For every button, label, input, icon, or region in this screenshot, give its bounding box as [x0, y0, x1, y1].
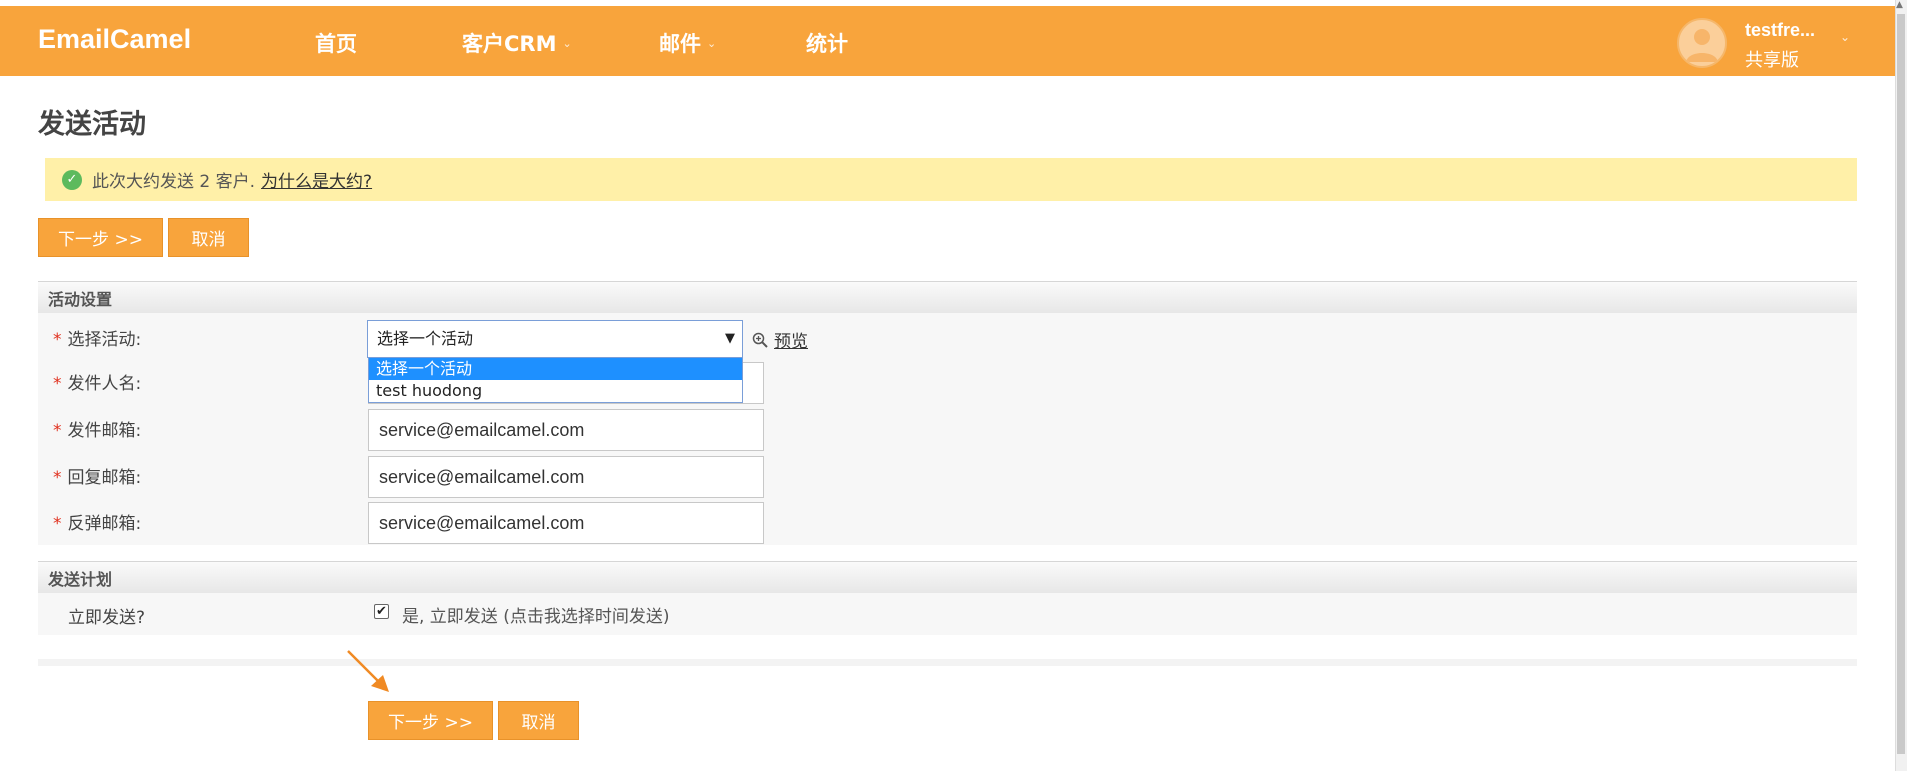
zoom-in-icon	[752, 332, 768, 348]
page-title: 发送活动	[38, 109, 146, 140]
preview-link[interactable]: 预览	[752, 327, 808, 352]
required-mark: *	[53, 330, 62, 350]
bounce-email-input[interactable]: service@emailcamel.com	[368, 502, 764, 544]
brand-logo[interactable]: EmailCamel	[38, 24, 191, 55]
user-name[interactable]: testfre...	[1745, 20, 1815, 41]
dropdown-arrow-icon[interactable]: ▼	[725, 321, 735, 357]
nav-mail-label: 邮件	[659, 32, 701, 56]
reply-email-label-text: 回复邮箱:	[67, 468, 142, 488]
send-plan-panel	[38, 593, 1857, 635]
section-header-send-plan: 发送计划	[38, 561, 1857, 593]
section-header-campaign-settings: 活动设置	[38, 281, 1857, 313]
required-mark: *	[53, 421, 62, 441]
sender-name-label: * 发件人名:	[53, 369, 141, 394]
sender-email-label-text: 发件邮箱:	[67, 421, 142, 441]
cancel-button-top[interactable]: 取消	[168, 218, 249, 257]
chevron-down-icon[interactable]: ⌄	[1840, 30, 1850, 44]
required-mark: *	[53, 514, 62, 534]
scrollbar-thumb[interactable]	[1897, 14, 1905, 754]
next-step-button-top[interactable]: 下一步 >>	[38, 218, 163, 257]
reply-email-label: * 回复邮箱:	[53, 463, 141, 488]
info-notice: ✓ 此次大约发送 2 客户. 为什么是大约?	[45, 158, 1857, 201]
nav-crm[interactable]: 客户CRM ⌄	[462, 28, 572, 58]
dropdown-option[interactable]: test huodong	[369, 380, 742, 402]
dropdown-option[interactable]: 选择一个活动	[369, 358, 742, 380]
section-divider	[38, 659, 1857, 666]
nav-home-label: 首页	[315, 32, 357, 56]
arrow-annotation-icon	[347, 650, 389, 692]
check-circle-icon: ✓	[62, 169, 82, 190]
cancel-button-bottom[interactable]: 取消	[498, 701, 579, 740]
select-campaign-label: * 选择活动:	[53, 325, 141, 350]
top-navigation-bar: EmailCamel 首页 客户CRM ⌄ 邮件 ⌄ 统计 testfre...…	[0, 6, 1895, 76]
send-now-checkbox[interactable]: ✔	[374, 604, 389, 619]
nav-home[interactable]: 首页	[315, 28, 357, 58]
preview-link-label: 预览	[774, 332, 808, 352]
send-now-checkbox-label[interactable]: 是, 立即发送 (点击我选择时间发送)	[402, 602, 669, 627]
user-silhouette-icon	[1686, 29, 1718, 62]
required-mark: *	[53, 468, 62, 488]
required-mark: *	[53, 374, 62, 394]
campaign-select-value: 选择一个活动	[377, 329, 474, 348]
reply-email-input[interactable]: service@emailcamel.com	[368, 456, 764, 498]
bounce-email-label: * 反弹邮箱:	[53, 509, 141, 534]
next-step-button-bottom[interactable]: 下一步 >>	[368, 701, 493, 740]
notice-text: 此次大约发送 2 客户.	[92, 172, 256, 192]
nav-crm-label: 客户CRM	[462, 32, 557, 56]
sender-email-label: * 发件邮箱:	[53, 416, 141, 441]
why-approximate-link[interactable]: 为什么是大约?	[261, 167, 372, 192]
nav-mail[interactable]: 邮件 ⌄	[659, 28, 716, 58]
sender-email-input[interactable]: service@emailcamel.com	[368, 409, 764, 451]
user-avatar[interactable]	[1677, 18, 1727, 68]
send-now-label: 立即发送?	[68, 608, 146, 628]
select-campaign-label-text: 选择活动:	[67, 330, 142, 350]
campaign-settings-panel	[38, 313, 1857, 545]
bounce-email-label-text: 反弹邮箱:	[67, 514, 142, 534]
nav-stats[interactable]: 统计	[806, 28, 848, 58]
chevron-down-icon: ⌄	[707, 36, 717, 50]
campaign-select[interactable]: 选择一个活动 ▼	[367, 320, 743, 358]
user-plan: 共享版	[1745, 50, 1799, 71]
nav-stats-label: 统计	[806, 32, 848, 56]
scroll-up-icon[interactable]: ▲	[1896, 0, 1903, 10]
campaign-dropdown-list: 选择一个活动 test huodong	[368, 358, 743, 403]
sender-name-label-text: 发件人名:	[67, 374, 142, 394]
chevron-down-icon: ⌄	[562, 36, 572, 50]
